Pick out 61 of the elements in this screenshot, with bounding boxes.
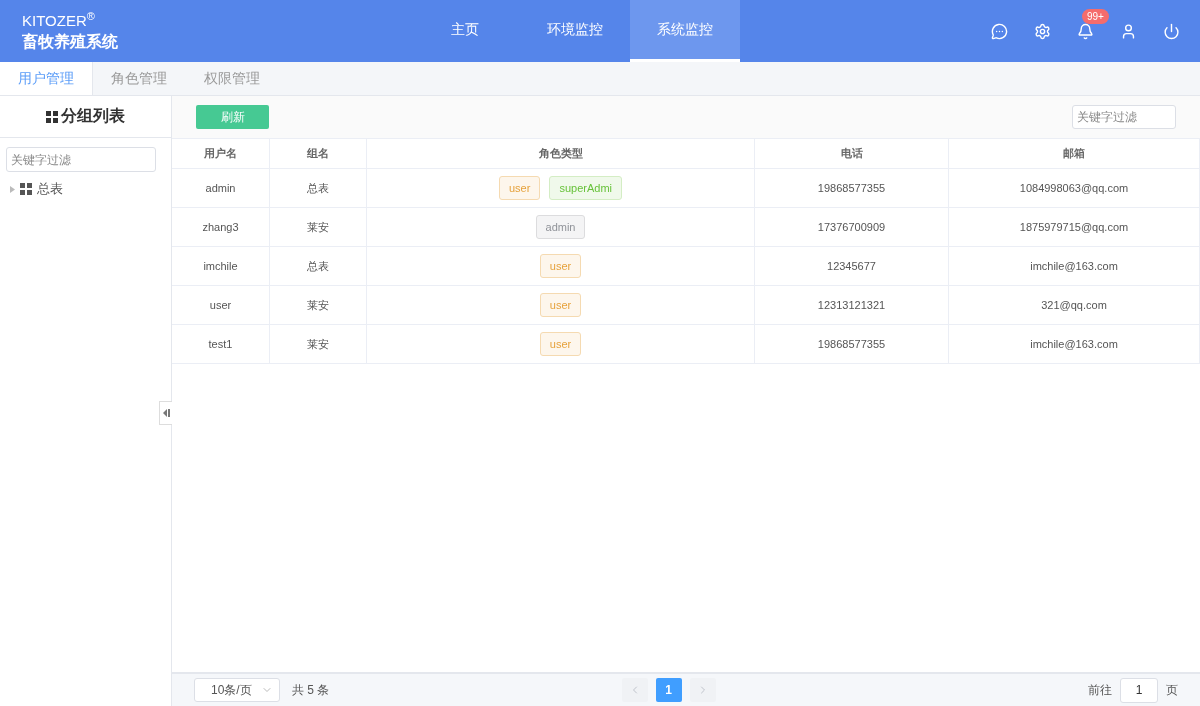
- refresh-button[interactable]: 刷新: [196, 105, 269, 129]
- goto-label: 前往: [1088, 681, 1112, 699]
- power-icon[interactable]: [1163, 22, 1180, 40]
- table-cell: 1084998063@qq.com: [949, 169, 1200, 208]
- table-cell: user: [172, 286, 270, 325]
- table-cell: 莱安: [270, 286, 367, 325]
- table-cell: 莱安: [270, 325, 367, 364]
- caret-icon[interactable]: [10, 185, 15, 193]
- total-count: 共 5 条: [292, 681, 330, 699]
- search-field[interactable]: 关键字过滤: [1072, 105, 1176, 129]
- page-size-select[interactable]: 10条/页: [194, 678, 280, 702]
- column-header: 用户名: [172, 139, 270, 169]
- user-icon[interactable]: [1120, 22, 1137, 40]
- role-tag: user: [499, 176, 541, 200]
- table-cell: 总表: [270, 169, 367, 208]
- tab[interactable]: 角色管理: [93, 62, 186, 95]
- table-cell: 12313121321: [755, 286, 949, 325]
- grid-icon: [20, 183, 32, 195]
- sidebar-title: 分组列表: [61, 106, 125, 126]
- notification-badge: 99+: [1082, 8, 1109, 24]
- column-header: 角色类型: [367, 139, 755, 169]
- page-button[interactable]: 1: [655, 678, 682, 702]
- tab[interactable]: 用户管理: [0, 62, 93, 95]
- filter-input[interactable]: 关键字过滤: [6, 147, 156, 172]
- collapse-handle[interactable]: [159, 401, 172, 425]
- table-cell: 总表: [270, 247, 367, 286]
- nav-tab[interactable]: 主页: [410, 0, 520, 62]
- table-cell: 19868577355: [755, 169, 949, 208]
- table-cell: 1875979715@qq.com: [949, 208, 1200, 247]
- table-cell: imchile@163.com: [949, 325, 1200, 364]
- brand-name: KITOZER$^{®}$: [22, 9, 96, 29]
- brand-subtitle: 畜牧养殖系统: [22, 31, 119, 52]
- table-cell: 17376700909: [755, 208, 949, 247]
- column-header: 组名: [270, 139, 367, 169]
- table-cell: 19868577355: [755, 325, 949, 364]
- column-header: 电话: [755, 139, 949, 169]
- table-cell: imchile@163.com: [949, 247, 1200, 286]
- nav-tab[interactable]: 环境监控: [520, 0, 630, 62]
- table-cell: admin: [172, 169, 270, 208]
- table-cell: test1: [172, 325, 270, 364]
- column-header: 邮箱: [949, 139, 1200, 169]
- message-icon[interactable]: [991, 22, 1008, 40]
- role-tag: superAdmi: [549, 176, 622, 200]
- caret-icon: [162, 409, 170, 417]
- tab[interactable]: 权限管理: [186, 62, 279, 95]
- page-suffix: 页: [1166, 681, 1178, 699]
- tree-item[interactable]: 总表: [37, 180, 63, 198]
- table-cell: zhang3: [172, 208, 270, 247]
- role-tag: user: [539, 293, 582, 317]
- page-input[interactable]: 1: [1120, 677, 1158, 703]
- nav-tab[interactable]: 系统监控: [630, 0, 740, 62]
- table-cell: 12345677: [755, 247, 949, 286]
- grid-icon: [46, 110, 58, 123]
- table-cell: imchile: [172, 247, 270, 286]
- role-tag: admin: [535, 215, 586, 239]
- bell-icon[interactable]: [1077, 22, 1094, 40]
- table-cell: 321@qq.com: [949, 286, 1200, 325]
- table-cell: 莱安: [270, 208, 367, 247]
- settings-icon[interactable]: [1034, 22, 1051, 40]
- role-tag: user: [539, 254, 582, 278]
- role-tag: user: [539, 332, 582, 356]
